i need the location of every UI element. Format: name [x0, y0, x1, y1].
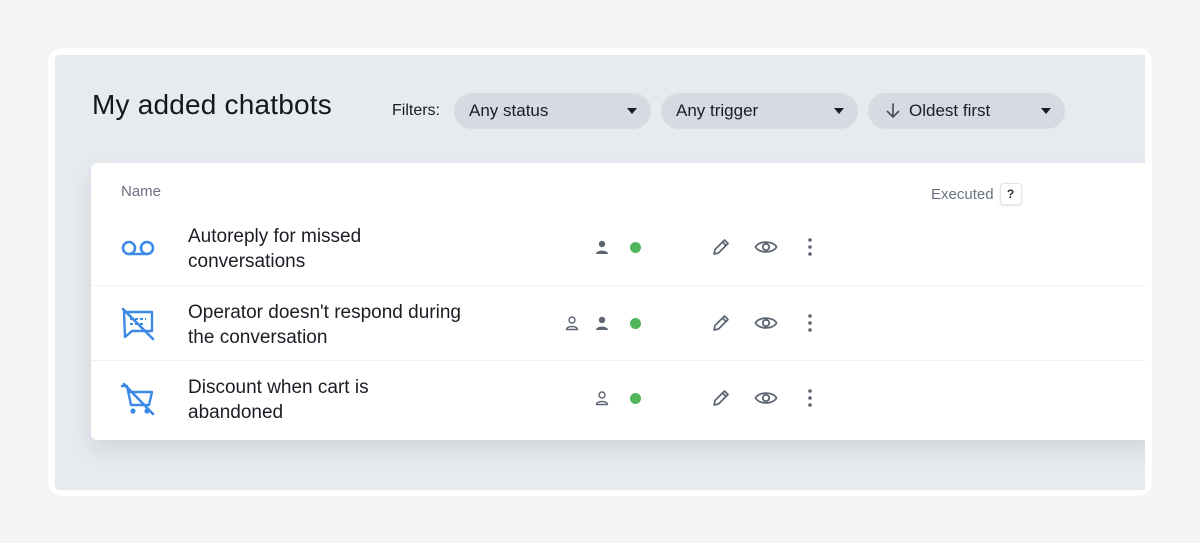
- column-header-executed-label: Executed: [931, 185, 994, 203]
- person-outline-icon: [595, 391, 609, 406]
- page-title: My added chatbots: [92, 89, 332, 120]
- sort-dropdown[interactable]: Oldest first: [868, 93, 1065, 129]
- chatbot-name: Discount when cart is abandoned: [188, 375, 518, 425]
- status-indicator: [630, 393, 641, 404]
- status-filter-dropdown[interactable]: Any status: [454, 93, 651, 129]
- status-indicator: [630, 242, 641, 253]
- eye-icon[interactable]: [754, 236, 778, 258]
- eye-icon[interactable]: [754, 387, 778, 409]
- no-chat-icon: [121, 307, 155, 341]
- status-filter-value: Any status: [469, 101, 549, 120]
- trigger-filter-dropdown[interactable]: Any trigger: [661, 93, 858, 129]
- pencil-icon[interactable]: [710, 387, 732, 409]
- chatbot-name: Operator doesn't respond during the conv…: [188, 300, 518, 350]
- chatbot-name-line: conversations: [188, 251, 306, 272]
- chatbots-panel: My added chatbots Filters: Any status An…: [55, 55, 1145, 490]
- more-vertical-icon[interactable]: [801, 312, 819, 334]
- table-row[interactable]: Operator doesn't respond during the conv…: [91, 285, 1145, 361]
- sort-value: Oldest first: [909, 101, 991, 120]
- filters-label: Filters:: [392, 102, 440, 119]
- status-indicator: [630, 318, 641, 329]
- person-filled-icon: [596, 316, 608, 330]
- caret-down-icon: [834, 108, 844, 114]
- cart-off-icon: [120, 382, 155, 416]
- chatbot-name-line: the conversation: [188, 327, 328, 348]
- chatbots-table: Name Executed ? Autoreply for missed con…: [91, 163, 1145, 440]
- chatbot-name-line: Autoreply for missed: [188, 226, 362, 247]
- arrow-down-icon: [886, 103, 900, 118]
- trigger-filter-value: Any trigger: [676, 101, 759, 120]
- chatbot-name-line: Operator doesn't respond during: [188, 302, 461, 323]
- more-vertical-icon[interactable]: [801, 236, 819, 258]
- caret-down-icon: [627, 108, 637, 114]
- person-outline-icon: [565, 316, 579, 331]
- table-row[interactable]: Discount when cart is abandoned: [91, 360, 1145, 436]
- eye-icon[interactable]: [754, 312, 778, 334]
- chatbot-name-line: Discount when cart is: [188, 377, 369, 398]
- person-filled-icon: [596, 240, 608, 254]
- caret-down-icon: [1041, 108, 1051, 114]
- pencil-icon[interactable]: [710, 312, 732, 334]
- voicemail-icon: [121, 240, 155, 256]
- help-icon[interactable]: ?: [999, 183, 1022, 205]
- table-row[interactable]: Autoreply for missed conversations: [91, 210, 1145, 285]
- column-header-executed: Executed ?: [931, 183, 1022, 205]
- chatbot-name-line: abandoned: [188, 402, 284, 423]
- column-header-name: Name: [121, 183, 162, 200]
- pencil-icon[interactable]: [710, 236, 732, 258]
- more-vertical-icon[interactable]: [801, 387, 819, 409]
- chatbot-name: Autoreply for missed conversations: [188, 224, 518, 274]
